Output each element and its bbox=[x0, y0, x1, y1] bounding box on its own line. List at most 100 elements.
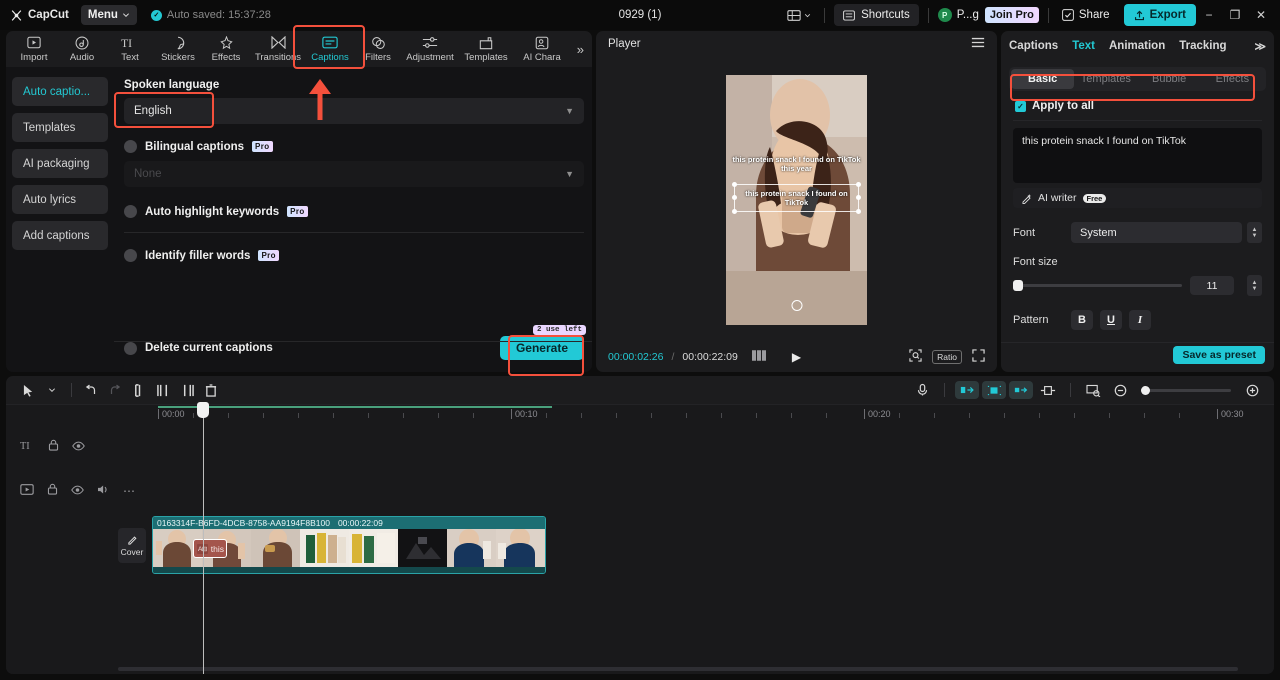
tab-animation[interactable]: Animation bbox=[1109, 40, 1165, 52]
zoom-in-icon[interactable] bbox=[1240, 378, 1264, 402]
timeline-zoom-slider[interactable] bbox=[1141, 389, 1231, 392]
video-preview[interactable]: this protein snack I found on TikTok thi… bbox=[726, 75, 867, 325]
zoom-out-icon[interactable] bbox=[1108, 378, 1132, 402]
lock-icon[interactable] bbox=[48, 438, 59, 456]
frame-view-icon[interactable] bbox=[752, 350, 766, 364]
auto-fill-icon[interactable] bbox=[982, 381, 1006, 399]
sidebar-item-add-captions[interactable]: Add captions bbox=[12, 221, 108, 250]
bilingual-language-select[interactable]: None ▼ bbox=[124, 161, 584, 187]
bilingual-captions-row[interactable]: Bilingual captions Pro bbox=[124, 140, 584, 153]
resize-handle[interactable] bbox=[732, 182, 737, 187]
visibility-icon[interactable] bbox=[72, 438, 85, 456]
tab-filters[interactable]: Filters bbox=[354, 31, 402, 67]
resize-handle[interactable] bbox=[856, 182, 861, 187]
lock-icon[interactable] bbox=[47, 482, 58, 500]
trim-left-icon[interactable] bbox=[151, 378, 175, 402]
visibility-icon[interactable] bbox=[71, 482, 84, 500]
tab-effects[interactable]: Effects bbox=[202, 31, 250, 67]
timeline-horizontal-scrollbar[interactable] bbox=[118, 667, 1238, 671]
tab-text-right[interactable]: Text bbox=[1072, 40, 1095, 52]
minimize-button[interactable]: − bbox=[1196, 0, 1222, 30]
bold-button[interactable]: B bbox=[1071, 310, 1093, 330]
fullscreen-icon[interactable] bbox=[972, 349, 985, 365]
ratio-button[interactable]: Ratio bbox=[932, 350, 962, 364]
redo-icon[interactable] bbox=[103, 378, 127, 402]
tab-ai-character[interactable]: AI Chara bbox=[514, 31, 570, 67]
italic-button[interactable]: I bbox=[1129, 310, 1151, 330]
shortcuts-button[interactable]: Shortcuts bbox=[834, 4, 919, 26]
subtab-effects[interactable]: Effects bbox=[1201, 69, 1264, 89]
font-stepper[interactable]: ▲▼ bbox=[1247, 222, 1262, 243]
tab-tracking[interactable]: Tracking bbox=[1179, 40, 1226, 52]
auto-highlight-toggle[interactable] bbox=[124, 205, 137, 218]
spoken-language-select[interactable]: English ▼ bbox=[124, 98, 584, 124]
zoom-slider-knob[interactable] bbox=[1141, 386, 1150, 395]
apply-to-all-checkbox[interactable]: ✓ bbox=[1015, 101, 1026, 112]
player-menu-icon[interactable] bbox=[971, 37, 985, 51]
slider-knob[interactable] bbox=[1013, 280, 1023, 291]
trim-right-icon[interactable] bbox=[175, 378, 199, 402]
more-tools-button[interactable]: » bbox=[577, 42, 588, 57]
tab-transitions[interactable]: Transitions bbox=[250, 31, 306, 67]
tab-audio[interactable]: Audio bbox=[58, 31, 106, 67]
apply-to-all-row[interactable]: ✓ Apply to all bbox=[1001, 91, 1274, 112]
mic-icon[interactable] bbox=[910, 378, 934, 402]
sidebar-item-ai-packaging[interactable]: AI packaging bbox=[12, 149, 108, 178]
delete-icon[interactable] bbox=[199, 378, 223, 402]
playhead-handle[interactable] bbox=[197, 402, 209, 418]
cover-button[interactable]: Cover bbox=[118, 528, 146, 563]
share-button[interactable]: Share bbox=[1058, 9, 1114, 21]
mirror-icon[interactable] bbox=[955, 381, 979, 399]
tab-templates[interactable]: Templates bbox=[458, 31, 514, 67]
rotate-handle-icon[interactable] bbox=[791, 300, 802, 311]
menu-button[interactable]: Menu bbox=[81, 5, 137, 25]
layout-button[interactable] bbox=[783, 9, 815, 22]
maximize-button[interactable]: ❐ bbox=[1222, 0, 1248, 30]
tab-adjustment[interactable]: Adjustment bbox=[402, 31, 458, 67]
reverse-icon[interactable] bbox=[1009, 381, 1033, 399]
font-size-value[interactable]: 11 bbox=[1190, 276, 1234, 295]
table-row[interactable]: A⊟this bbox=[194, 540, 226, 557]
font-size-slider[interactable] bbox=[1013, 284, 1182, 287]
join-pro-button[interactable]: Join Pro bbox=[985, 7, 1039, 23]
tab-captions[interactable]: Captions bbox=[306, 31, 354, 67]
play-button[interactable]: ▶ bbox=[792, 350, 801, 364]
sidebar-item-templates[interactable]: Templates bbox=[12, 113, 108, 142]
subtab-bubble[interactable]: Bubble bbox=[1138, 69, 1201, 89]
auto-highlight-row[interactable]: Auto highlight keywords Pro bbox=[124, 205, 584, 218]
undo-icon[interactable] bbox=[79, 378, 103, 402]
keyframe-icon[interactable] bbox=[1036, 378, 1060, 402]
tab-stickers[interactable]: Stickers bbox=[154, 31, 202, 67]
subtab-templates[interactable]: Templates bbox=[1074, 69, 1137, 89]
select-tool-icon[interactable] bbox=[16, 378, 40, 402]
tab-import[interactable]: Import bbox=[10, 31, 58, 67]
profile-button[interactable]: P P...g bbox=[938, 8, 979, 22]
zoom-fit-icon[interactable] bbox=[909, 349, 922, 365]
mute-icon[interactable] bbox=[97, 482, 110, 500]
font-size-stepper[interactable]: ▲▼ bbox=[1247, 275, 1262, 296]
tab-captions-right[interactable]: Captions bbox=[1009, 40, 1058, 52]
select-tool-dropdown-icon[interactable] bbox=[40, 378, 64, 402]
caption-text-input[interactable]: this protein snack I found on TikTok bbox=[1013, 128, 1262, 183]
export-button[interactable]: Export bbox=[1124, 4, 1196, 26]
sidebar-item-auto-lyrics[interactable]: Auto lyrics bbox=[12, 185, 108, 214]
split-icon[interactable] bbox=[127, 378, 151, 402]
font-select[interactable]: System bbox=[1071, 222, 1242, 243]
resize-handle[interactable] bbox=[732, 195, 737, 200]
player-caption-selected-box[interactable]: this protein snack I found on TikTok bbox=[736, 187, 857, 210]
bilingual-captions-toggle[interactable] bbox=[124, 140, 137, 153]
underline-button[interactable]: U bbox=[1100, 310, 1122, 330]
more-tabs-button[interactable]: ≫ bbox=[1254, 40, 1266, 53]
save-as-preset-button[interactable]: Save as preset bbox=[1173, 346, 1265, 364]
filler-words-toggle[interactable] bbox=[124, 249, 137, 262]
tab-text[interactable]: TI Text bbox=[106, 31, 154, 67]
filler-words-row[interactable]: Identify filler words Pro bbox=[124, 249, 584, 262]
close-button[interactable]: ✕ bbox=[1248, 0, 1274, 30]
more-options-icon[interactable]: ⋯ bbox=[123, 484, 136, 498]
subtab-basic[interactable]: Basic bbox=[1011, 69, 1074, 89]
delete-captions-toggle[interactable] bbox=[124, 342, 137, 355]
ai-writer-button[interactable]: AI writer Free bbox=[1013, 188, 1262, 208]
sidebar-item-auto-captions[interactable]: Auto captio... bbox=[12, 77, 108, 106]
generate-button[interactable]: 2 use left Generate bbox=[500, 336, 584, 360]
crop-icon[interactable] bbox=[1081, 378, 1105, 402]
